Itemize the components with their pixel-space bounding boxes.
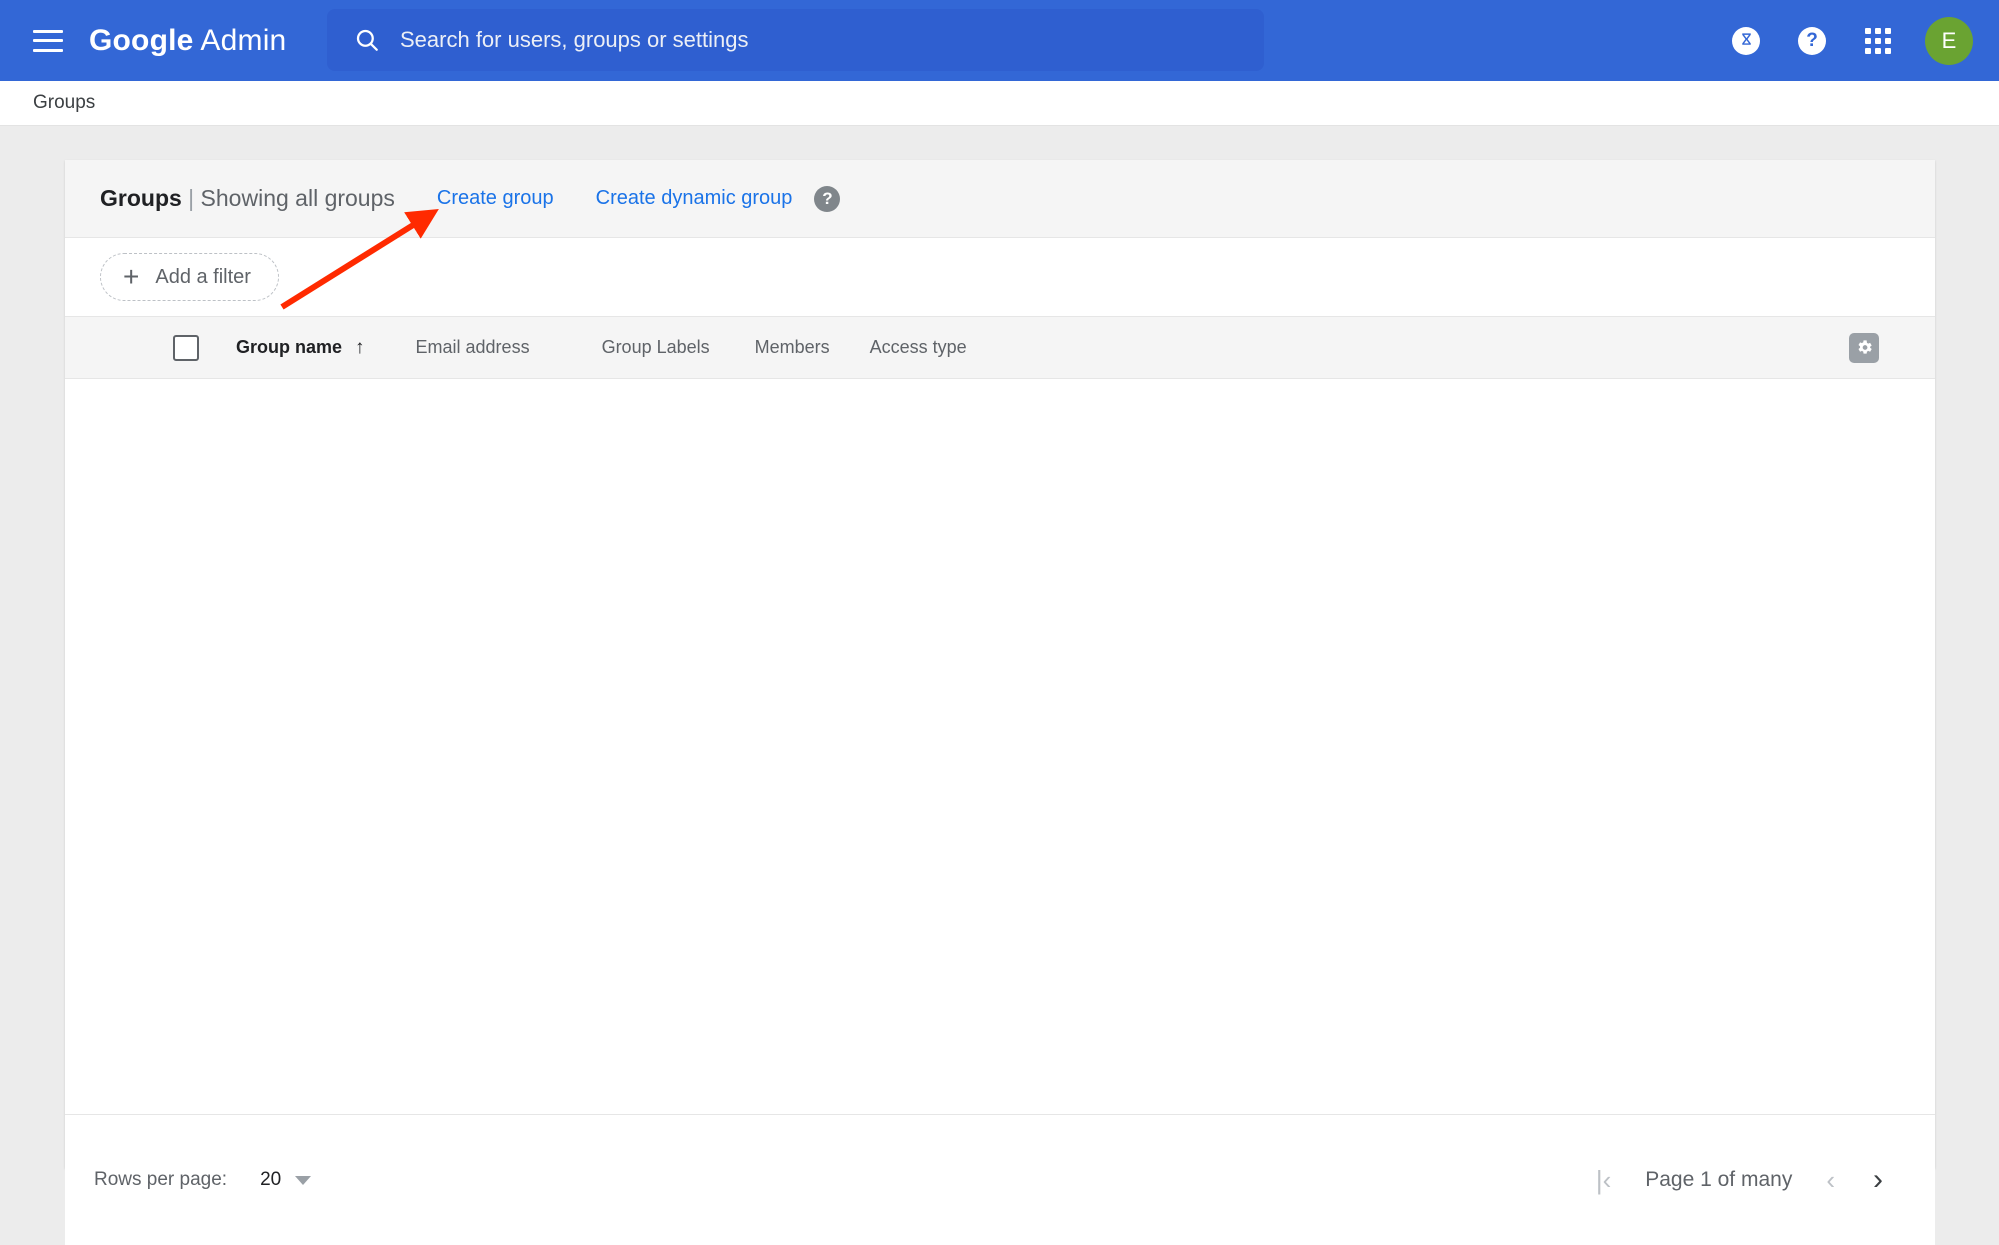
plus-icon: +	[123, 261, 140, 292]
table-header-row: Group name ↑ Email address Group Labels …	[65, 317, 1935, 379]
top-bar-actions: ? E	[1713, 0, 1999, 81]
hourglass-trial-button[interactable]	[1713, 26, 1779, 55]
column-header-members[interactable]: Members	[755, 337, 830, 358]
search-icon	[354, 27, 380, 53]
page-title-separator: |	[181, 185, 201, 211]
apps-launcher-button[interactable]	[1845, 27, 1911, 54]
groups-card: Groups | Showing all groups Create group…	[65, 160, 1935, 1245]
help-icon[interactable]: ?	[814, 185, 841, 212]
column-header-access-type[interactable]: Access type	[870, 337, 967, 358]
apps-grid-icon	[1865, 27, 1891, 54]
chevron-down-icon[interactable]	[295, 1175, 312, 1185]
gear-icon[interactable]	[1849, 332, 1879, 363]
top-app-bar: Google Admin Search for users, groups or…	[0, 0, 1999, 81]
filter-bar: + Add a filter	[65, 238, 1935, 317]
column-header-group-name-label: Group name	[236, 337, 343, 357]
page-indicator: Page 1 of many	[1645, 1168, 1793, 1191]
search-placeholder: Search for users, groups or settings	[400, 27, 749, 52]
first-page-button[interactable]: |‹	[1596, 1165, 1611, 1196]
page-controls: |‹ Page 1 of many ‹ ›	[1596, 1163, 1883, 1197]
table-body	[65, 379, 1935, 1115]
hourglass-icon	[1732, 26, 1760, 55]
search-field[interactable]: Search for users, groups or settings	[327, 9, 1264, 71]
help-button[interactable]: ?	[1779, 26, 1845, 55]
help-icon: ?	[1798, 26, 1826, 55]
brand-admin-text: Admin	[193, 23, 287, 57]
breadcrumb-groups[interactable]: Groups	[33, 92, 95, 114]
sort-ascending-icon: ↑	[355, 336, 365, 358]
account-avatar[interactable]: E	[1925, 16, 1973, 65]
card-header: Groups | Showing all groups Create group…	[65, 160, 1935, 238]
page-title-subtitle: Showing all groups	[200, 185, 395, 211]
column-header-group-name[interactable]: Group name ↑	[236, 337, 365, 359]
hamburger-menu-icon[interactable]	[33, 29, 63, 52]
page-title-main: Groups	[100, 185, 182, 211]
rows-per-page-label: Rows per page:	[94, 1169, 228, 1190]
previous-page-button[interactable]: ‹	[1826, 1165, 1835, 1196]
create-dynamic-group-link[interactable]: Create dynamic group	[596, 187, 793, 210]
add-filter-button[interactable]: + Add a filter	[100, 253, 279, 301]
column-header-email-address[interactable]: Email address	[416, 337, 530, 358]
rows-per-page-value[interactable]: 20	[260, 1169, 281, 1191]
add-filter-label: Add a filter	[155, 265, 251, 288]
app-logo[interactable]: Google Admin	[89, 24, 286, 58]
create-group-link[interactable]: Create group	[437, 187, 554, 210]
pagination-bar: Rows per page: 20 |‹ Page 1 of many ‹ ›	[65, 1115, 1935, 1245]
breadcrumb-bar: Groups	[0, 81, 1999, 126]
page-title: Groups | Showing all groups	[100, 185, 395, 212]
select-all-checkbox[interactable]	[173, 334, 199, 361]
column-header-group-labels[interactable]: Group Labels	[602, 337, 710, 358]
next-page-button[interactable]: ›	[1873, 1163, 1883, 1197]
brand-google-text: Google	[89, 23, 194, 57]
